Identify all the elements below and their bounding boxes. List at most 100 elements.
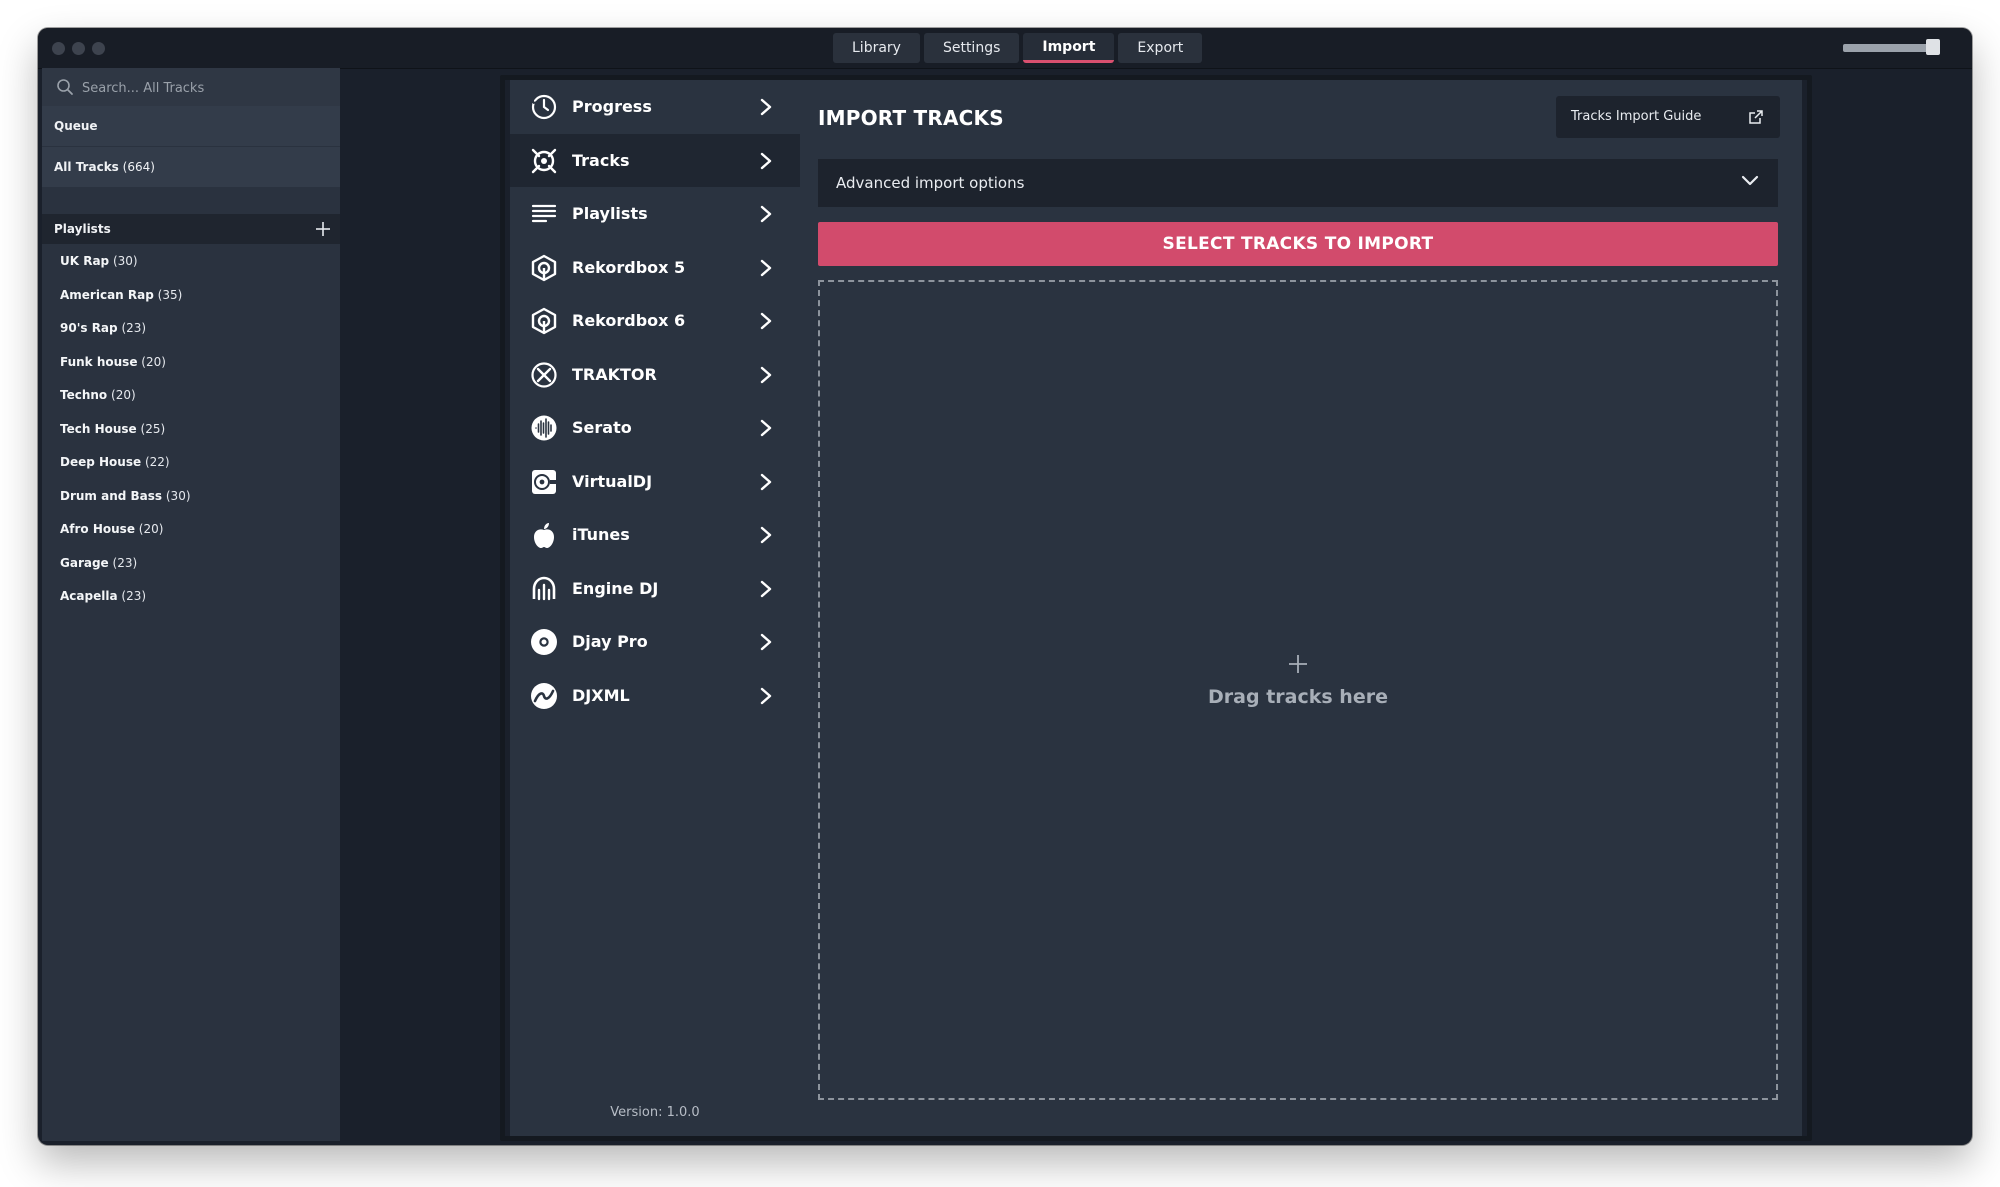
version-label: Version: 1.0.0	[610, 1105, 700, 1120]
playlist-item[interactable]: Techno (20)	[42, 382, 340, 416]
playlist-item[interactable]: Tech House (25)	[42, 416, 340, 450]
all-tracks-count: (664)	[122, 160, 155, 174]
chevron-right-icon	[760, 312, 772, 330]
nav-item-playlists[interactable]: Playlists	[510, 187, 800, 241]
playlist-name: Techno	[60, 388, 108, 402]
chevron-right-icon	[760, 580, 772, 597]
playlist-item[interactable]: Deep House (22)	[42, 449, 340, 483]
minimize-window-button[interactable]	[72, 42, 85, 55]
nav-label: Progress	[572, 97, 652, 117]
nav-item-rekordbox-6[interactable]: Rekordbox 6	[510, 294, 800, 348]
virtualdj-icon	[532, 469, 556, 494]
sidebar-item-all-tracks[interactable]: All Tracks (664)	[42, 147, 340, 187]
playlist-item[interactable]: Funk house (20)	[42, 349, 340, 383]
playlist-count: (23)	[112, 555, 138, 570]
nav-item-tracks[interactable]: Tracks	[510, 133, 800, 187]
guide-button-label: Tracks Import Guide	[1571, 109, 1702, 124]
volume-slider-knob[interactable]	[1926, 39, 1940, 55]
playlist-count: (23)	[121, 321, 147, 335]
tab-import[interactable]: Import	[1023, 33, 1115, 63]
apple-icon	[534, 523, 554, 548]
playlist-count: (22)	[144, 455, 170, 469]
playlist-item[interactable]: UK Rap (30)	[42, 248, 340, 282]
volume-slider-track[interactable]	[1843, 44, 1929, 52]
search-icon	[57, 79, 73, 95]
nav-item-itunes[interactable]: iTunes	[510, 508, 800, 562]
nav-label: Tracks	[572, 150, 630, 170]
chevron-down-icon	[1741, 175, 1759, 186]
all-tracks-label: All Tracks	[54, 160, 119, 174]
serato-icon	[531, 415, 557, 441]
traktor-icon	[531, 361, 557, 388]
close-window-button[interactable]	[52, 42, 65, 55]
add-playlist-button[interactable]	[315, 221, 331, 237]
drop-zone[interactable]: Drag tracks here	[818, 280, 1778, 1100]
nav-item-progress[interactable]: Progress	[510, 80, 800, 134]
playlist-count: (20)	[111, 388, 136, 402]
playlist-item[interactable]: Acapella (23)	[42, 583, 340, 617]
drop-zone-text: Drag tracks here	[1208, 686, 1388, 708]
tab-library[interactable]: Library	[833, 33, 920, 63]
title-bar: Library Settings Import Export	[38, 28, 1972, 69]
playlist-item[interactable]: Drum and Bass (30)	[42, 483, 340, 517]
playlist-name: UK Rap	[60, 254, 110, 268]
external-link-icon	[1749, 110, 1763, 124]
nav-label: Rekordbox 6	[572, 311, 686, 331]
playlist-item[interactable]: American Rap (35)	[42, 282, 340, 316]
advanced-options-label: Advanced import options	[836, 174, 1025, 192]
tracks-import-guide-button[interactable]: Tracks Import Guide	[1556, 96, 1780, 138]
nav-label: iTunes	[572, 525, 630, 545]
plus-icon	[1289, 655, 1307, 673]
chevron-right-icon	[760, 633, 772, 651]
search-bar	[42, 68, 340, 107]
advanced-import-options-dropdown[interactable]: Advanced import options	[818, 159, 1778, 207]
playlists-header-label: Playlists	[54, 222, 111, 236]
playlist-name: Funk house	[60, 354, 138, 369]
playlist-name: 90's Rap	[60, 321, 118, 335]
tracks-icon	[531, 148, 557, 173]
engine-dj-icon	[532, 576, 556, 600]
chevron-right-icon	[760, 473, 772, 490]
tab-settings[interactable]: Settings	[923, 33, 1020, 63]
chevron-right-icon	[760, 205, 772, 223]
top-tabs: Library Settings Import Export	[833, 33, 1203, 63]
zoom-window-button[interactable]	[92, 42, 105, 55]
chevron-right-icon	[760, 259, 772, 276]
select-tracks-button[interactable]: SELECT TRACKS TO IMPORT	[818, 222, 1778, 266]
nav-label: Engine DJ	[572, 578, 659, 598]
nav-label: Rekordbox 5	[572, 257, 686, 277]
playlist-name: American Rap	[60, 287, 154, 302]
playlist-item[interactable]: Garage (23)	[42, 550, 340, 584]
import-source-nav: Progress Tracks Playlists Rekordbox 5 Re…	[510, 80, 802, 1136]
nav-item-traktor[interactable]: TRAKTOR	[510, 348, 800, 402]
playlist-count: (20)	[138, 522, 164, 536]
chevron-right-icon	[760, 526, 772, 544]
playlist-name: Tech House	[60, 421, 137, 436]
nav-item-djxml[interactable]: DJXML	[510, 669, 800, 723]
tab-export[interactable]: Export	[1118, 33, 1203, 63]
nav-item-djay-pro[interactable]: Djay Pro	[510, 615, 800, 669]
nav-item-serato[interactable]: Serato	[510, 401, 800, 455]
nav-item-rekordbox-5[interactable]: Rekordbox 5	[510, 241, 800, 295]
nav-label: DJXML	[572, 685, 630, 705]
playlist-item[interactable]: 90's Rap (23)	[42, 315, 340, 349]
playlists-header: Playlists	[42, 214, 340, 244]
chevron-right-icon	[760, 687, 772, 704]
playlist-count: (20)	[141, 354, 166, 369]
chevron-right-icon	[760, 152, 772, 169]
playlist-item[interactable]: Afro House (20)	[42, 516, 340, 550]
sidebar-item-queue[interactable]: Queue	[42, 106, 340, 146]
playlist-count: (25)	[140, 421, 166, 436]
sidebar: Queue All Tracks (664) Playlists UK Rap …	[42, 68, 340, 1141]
nav-label: Serato	[572, 418, 632, 438]
playlist-name: Drum and Bass	[60, 488, 163, 503]
clock-icon	[531, 94, 557, 120]
list-icon	[531, 204, 557, 223]
page-title: IMPORT TRACKS	[818, 106, 1004, 130]
import-tracks-panel: IMPORT TRACKS Tracks Import Guide Advanc…	[800, 80, 1802, 1136]
search-input[interactable]	[80, 75, 334, 101]
nav-item-virtualdj[interactable]: VirtualDJ	[510, 455, 800, 509]
nav-item-engine-dj[interactable]: Engine DJ	[510, 562, 800, 616]
playlist-count: (35)	[157, 287, 183, 302]
nav-label: Playlists	[572, 204, 648, 224]
